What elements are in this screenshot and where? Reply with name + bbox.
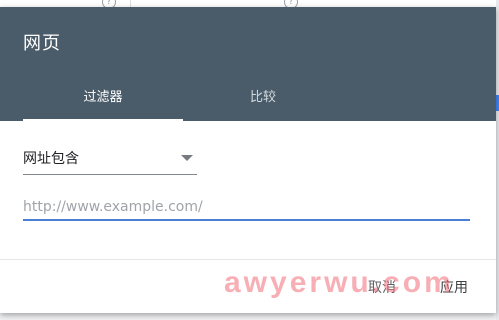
apply-button[interactable]: 应用 (440, 277, 468, 297)
tab-filter[interactable]: 过滤器 (23, 87, 183, 121)
page-filter-dialog: 网页 过滤器 比较 网址包含 取消 应用 (0, 7, 496, 313)
url-input[interactable] (23, 195, 470, 221)
tab-compare[interactable]: 比较 (183, 87, 343, 121)
filter-type-value: 网址包含 (23, 151, 79, 167)
active-tab-indicator (23, 119, 183, 121)
dialog-header: 网页 过滤器 比较 (0, 7, 496, 121)
footer-divider (0, 259, 496, 260)
cancel-button[interactable]: 取消 (368, 277, 396, 297)
dropdown-caret-icon (181, 155, 193, 161)
dialog-title: 网页 (23, 33, 61, 54)
filter-type-select[interactable]: 网址包含 (23, 142, 197, 175)
